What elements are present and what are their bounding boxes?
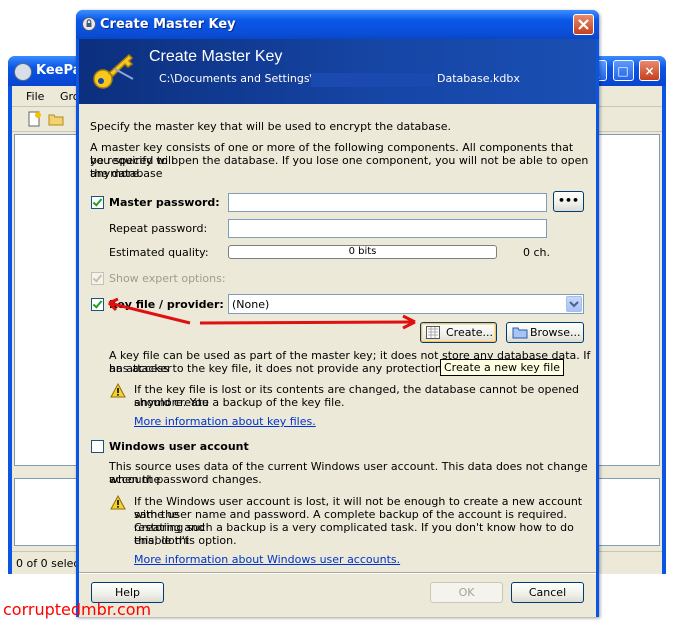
components-text-2: be required to open the database. If you… xyxy=(90,154,589,180)
dialog-title: Create Master Key xyxy=(100,17,236,32)
windows-account-warning-4: enable this option. xyxy=(134,534,237,547)
dialog-body: Create Master Key C:\Documents and Setti… xyxy=(79,39,596,617)
key-file-provider-select[interactable]: (None) xyxy=(228,294,584,314)
repeat-password-label: Repeat password: xyxy=(109,222,208,235)
key-file-checkbox[interactable] xyxy=(91,298,104,311)
windows-account-description-2: account password changes. xyxy=(109,473,262,486)
create-master-key-dialog: Create Master Key Create Master Key C:\D… xyxy=(76,10,599,617)
banner-title: Create Master Key xyxy=(149,48,283,65)
quality-progress-bar: 0 bits xyxy=(228,245,497,259)
create-button-tooltip: Create a new key file xyxy=(440,359,565,376)
watermark: corruptedmbr.com xyxy=(3,600,152,619)
open-folder-icon[interactable] xyxy=(48,111,64,127)
windows-account-checkbox[interactable] xyxy=(91,440,104,453)
maximize-icon[interactable]: □ xyxy=(612,60,634,81)
lock-icon xyxy=(82,17,96,31)
keepass-lock-icon xyxy=(14,63,32,81)
menu-file[interactable]: File xyxy=(26,90,44,103)
show-password-button[interactable]: ••• xyxy=(553,191,584,212)
browse-key-file-button[interactable]: Browse... xyxy=(506,322,584,343)
expert-options-label: Show expert options: xyxy=(109,272,226,285)
redacted-path-segment xyxy=(311,73,435,87)
key-files-info-link[interactable]: More information about key files. xyxy=(134,415,316,428)
chevron-down-icon[interactable] xyxy=(566,296,582,312)
key-file-warning-2: should create a backup of the key file. xyxy=(134,396,345,409)
master-password-label: Master password: xyxy=(109,196,220,209)
groups-pane[interactable] xyxy=(14,134,78,466)
estimated-quality-label: Estimated quality: xyxy=(109,246,209,259)
master-password-input[interactable] xyxy=(228,193,547,212)
components-text-3: anymore. xyxy=(90,167,143,180)
ok-button[interactable]: OK xyxy=(430,582,503,603)
new-database-icon[interactable] xyxy=(26,111,42,127)
database-path-start: C:\Documents and Settings\ xyxy=(159,72,314,85)
windows-accounts-info-link[interactable]: More information about Windows user acco… xyxy=(134,553,400,566)
button-separator xyxy=(79,572,596,574)
intro-text: Specify the master key that will be used… xyxy=(90,120,451,133)
character-count: 0 ch. xyxy=(523,246,551,259)
browse-button-label: Browse... xyxy=(530,326,581,339)
create-key-file-button[interactable]: Create... xyxy=(420,322,497,343)
key-file-description-2: has access to the key file, it does not … xyxy=(109,362,446,375)
close-icon xyxy=(578,19,589,30)
master-password-checkbox[interactable] xyxy=(91,196,104,209)
folder-icon xyxy=(512,327,528,339)
warning-icon xyxy=(110,383,126,398)
key-file-label: Key file / provider: xyxy=(109,298,224,311)
create-button-label: Create... xyxy=(446,326,494,339)
dialog-title-bar[interactable]: Create Master Key xyxy=(76,10,599,39)
close-icon[interactable]: × xyxy=(639,60,660,81)
warning-icon xyxy=(110,495,126,510)
dialog-banner: Create Master Key C:\Documents and Setti… xyxy=(79,39,596,104)
new-key-file-icon xyxy=(426,326,440,339)
entries-pane[interactable] xyxy=(596,134,660,466)
database-path-end: Database.kdbx xyxy=(437,72,520,85)
key-file-provider-value: (None) xyxy=(232,298,270,311)
windows-account-label: Windows user account xyxy=(109,440,249,453)
expert-options-checkbox[interactable] xyxy=(91,272,104,285)
keys-icon xyxy=(93,53,134,89)
cancel-button[interactable]: Cancel xyxy=(511,582,584,603)
repeat-password-input[interactable] xyxy=(228,219,547,238)
dialog-close-button[interactable] xyxy=(573,14,594,35)
